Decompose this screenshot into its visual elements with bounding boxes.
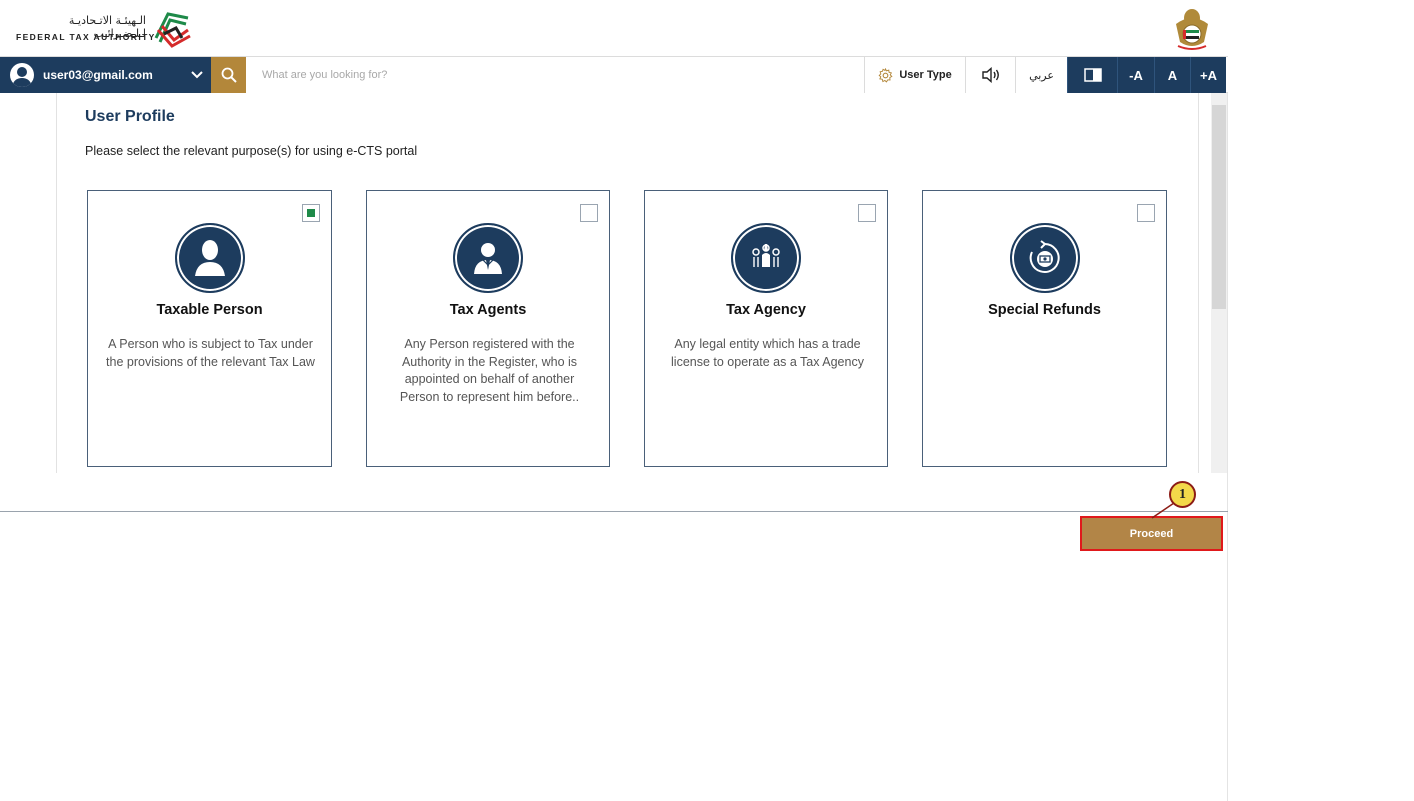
- font-reset-button[interactable]: A: [1154, 57, 1190, 93]
- gear-icon: [878, 67, 893, 83]
- card-tax-agents[interactable]: Tax Agents Any Person registered with th…: [366, 190, 610, 467]
- user-type-button[interactable]: User Type: [864, 57, 965, 93]
- footer-divider: [0, 511, 1228, 512]
- logo-english-text: FEDERAL TAX AUTHORITY: [16, 32, 156, 42]
- card-description: Any Person registered with the Authority…: [399, 337, 580, 404]
- card-title: Tax Agents: [449, 302, 527, 318]
- text-to-speech-button[interactable]: [965, 57, 1015, 93]
- site-header: الـهيئـة الاتـحاديـة لـلـضـرائـب FEDERAL…: [0, 0, 1228, 56]
- top-toolbar: user03@gmail.com User Type عربي -A A +A: [0, 56, 1228, 93]
- special-refunds-checkbox[interactable]: [1137, 204, 1155, 222]
- contrast-icon: [1083, 68, 1102, 82]
- user-email-label: user03@gmail.com: [43, 68, 153, 82]
- step-callout-badge: 1: [1169, 481, 1196, 508]
- scrollbar-thumb[interactable]: [1212, 105, 1226, 309]
- fta-logo-mark-icon: [154, 12, 191, 48]
- agent-icon: [453, 223, 523, 293]
- card-title: Special Refunds: [988, 302, 1101, 318]
- user-avatar-icon: [10, 63, 34, 87]
- search-input[interactable]: [246, 57, 864, 93]
- speaker-icon: [981, 67, 999, 83]
- language-arabic-button[interactable]: عربي: [1015, 57, 1067, 93]
- uae-emblem-icon: [1176, 9, 1208, 50]
- taxable-person-checkbox[interactable]: [302, 204, 320, 222]
- search-icon: [221, 67, 237, 83]
- font-decrease-button[interactable]: -A: [1117, 57, 1154, 93]
- vertical-scrollbar[interactable]: [1211, 93, 1227, 473]
- user-account-menu[interactable]: user03@gmail.com: [0, 57, 211, 93]
- app-window: الـهيئـة الاتـحاديـة لـلـضـرائـب FEDERAL…: [0, 0, 1228, 801]
- font-increase-button[interactable]: +A: [1190, 57, 1226, 93]
- person-silhouette-icon: [174, 223, 245, 293]
- card-description: A Person who is subject to Tax under the…: [106, 337, 315, 369]
- agency-icon: [731, 223, 801, 293]
- card-special-refunds[interactable]: Special Refunds: [922, 190, 1167, 467]
- card-title: Taxable Person: [156, 302, 263, 318]
- card-tax-agency[interactable]: Tax Agency Any legal entity which has a …: [644, 190, 888, 467]
- tax-agency-checkbox[interactable]: [858, 204, 876, 222]
- contrast-toggle-button[interactable]: [1067, 57, 1117, 93]
- card-taxable-person[interactable]: Taxable Person A Person who is subject t…: [87, 190, 332, 467]
- chevron-down-icon[interactable]: [191, 71, 203, 79]
- search-button[interactable]: [211, 57, 246, 93]
- page-subtitle: Please select the relevant purpose(s) fo…: [85, 144, 418, 158]
- fta-logo[interactable]: الـهيئـة الاتـحاديـة لـلـضـرائـب FEDERAL…: [16, 8, 196, 50]
- refund-icon: [1009, 223, 1080, 293]
- tax-agents-checkbox[interactable]: [580, 204, 598, 222]
- proceed-button[interactable]: Proceed: [1080, 516, 1223, 551]
- card-description: Any legal entity which has a trade licen…: [671, 337, 864, 369]
- page-title: User Profile: [85, 108, 175, 125]
- user-type-label: User Type: [899, 69, 952, 81]
- card-title: Tax Agency: [726, 302, 806, 318]
